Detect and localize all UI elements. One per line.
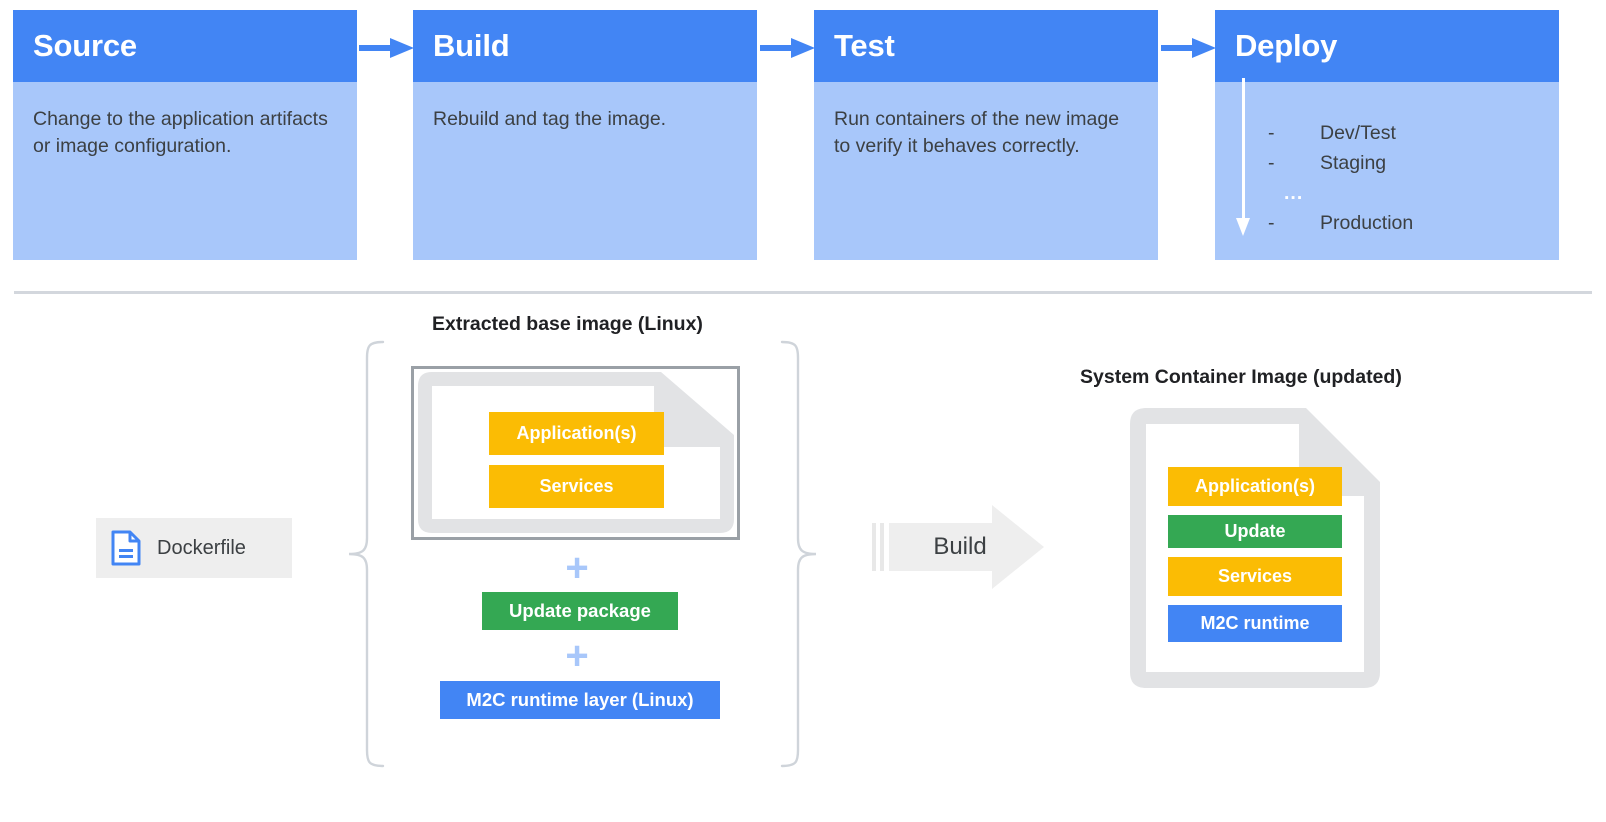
layer-chip-system-applications: Application(s) — [1168, 467, 1342, 506]
layer-label: Application(s) — [1195, 476, 1315, 496]
list-item-label: Dev/Test — [1320, 122, 1396, 144]
pipeline-row: Source Change to the application artifac… — [0, 0, 1606, 270]
stage-title-deploy: Deploy — [1235, 28, 1338, 63]
layer-label: Update package — [509, 600, 651, 621]
layer-chip-applications: Application(s) — [489, 412, 664, 455]
stage-title-source: Source — [33, 28, 137, 63]
deploy-down-arrow-icon — [1234, 78, 1254, 236]
stage-body-text-test: Run containers of the new image to verif… — [834, 108, 1120, 157]
stage-body-test: Run containers of the new image to verif… — [814, 82, 1158, 160]
right-curly-brace — [780, 340, 817, 768]
list-item-label: Production — [1320, 212, 1414, 234]
list-item: - Dev/Test — [1268, 118, 1468, 148]
stage-header-build: Build — [413, 10, 757, 82]
layer-label: Update — [1224, 521, 1286, 541]
stage-body-text-source: Change to the application artifacts or i… — [33, 108, 328, 157]
dockerfile-label: Dockerfile — [157, 536, 246, 559]
layer-chip-system-update: Update — [1168, 515, 1342, 548]
layer-label: Services — [539, 476, 614, 496]
stage-body-source: Change to the application artifacts or i… — [13, 82, 357, 160]
layer-chip-m2c-runtime-layer: M2C runtime layer (Linux) — [440, 681, 720, 719]
plus-sign-icon-1: + — [565, 546, 589, 590]
list-item: - Production — [1268, 208, 1468, 238]
pipeline-stage-source[interactable]: Source Change to the application artifac… — [13, 10, 357, 260]
layer-label: M2C runtime — [1200, 613, 1310, 633]
stage-body-build: Rebuild and tag the image. — [413, 82, 757, 133]
connector-arrow-source-to-build — [359, 38, 415, 58]
pipeline-stage-build[interactable]: Build Rebuild and tag the image. — [413, 10, 757, 260]
layer-chip-update-package: Update package — [482, 592, 678, 630]
stage-title-test: Test — [834, 28, 895, 63]
arrow-head-icon — [390, 38, 414, 58]
arrow-shaft — [1161, 45, 1194, 51]
stage-title-build: Build — [433, 28, 510, 63]
dockerfile-chip[interactable]: Dockerfile — [96, 518, 292, 578]
layer-label: M2C runtime layer (Linux) — [466, 689, 694, 710]
stage-body-text-build: Rebuild and tag the image. — [433, 108, 667, 130]
stage-header-deploy: Deploy — [1215, 10, 1559, 82]
connector-arrow-test-to-deploy — [1161, 38, 1217, 58]
section-divider — [14, 291, 1592, 294]
extracted-base-image-label: Extracted base image (Linux) — [432, 313, 703, 335]
stage-header-source: Source — [13, 10, 357, 82]
system-container-image-document — [1130, 408, 1380, 688]
list-bullet: - — [1268, 152, 1275, 174]
layer-chip-system-services: Services — [1168, 557, 1342, 596]
list-bullet: - — [1268, 212, 1275, 234]
layer-label: Application(s) — [516, 423, 637, 443]
arrow-shaft — [1242, 78, 1245, 222]
pipeline-stage-test[interactable]: Test Run containers of the new image to … — [814, 10, 1158, 260]
left-curly-brace — [348, 340, 385, 768]
list-item-label: Staging — [1320, 152, 1387, 174]
arrow-head-icon — [791, 38, 815, 58]
system-container-image-label: System Container Image (updated) — [1080, 366, 1402, 388]
stage-header-test: Test — [814, 10, 1158, 82]
list-item: - Staging — [1268, 148, 1468, 178]
arrow-shaft — [760, 45, 793, 51]
list-bullet: - — [1268, 122, 1275, 144]
layer-label: Services — [1217, 566, 1293, 586]
layer-chip-system-m2c-runtime: M2C runtime — [1168, 605, 1342, 642]
document-file-icon — [111, 530, 141, 566]
arrow-head-icon — [1236, 218, 1250, 236]
plus-sign-icon-2: + — [565, 634, 589, 678]
layer-chip-services: Services — [489, 465, 664, 508]
deploy-list-ellipsis: ... — [1284, 182, 1304, 204]
connector-arrow-build-to-test — [760, 38, 816, 58]
arrow-head-icon — [1192, 38, 1216, 58]
build-arrow-label: Build — [933, 533, 987, 560]
arrow-shaft — [359, 45, 392, 51]
